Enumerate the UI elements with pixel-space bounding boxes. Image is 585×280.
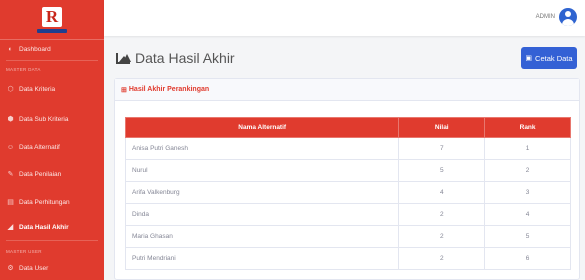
card-title: Hasil Akhir Perankingan <box>128 86 210 93</box>
cell-rank: 2 <box>484 159 571 182</box>
brand-logo[interactable]: R <box>0 0 104 40</box>
cube-icon: ⬡ <box>7 86 14 93</box>
table-row: Nurul 5 2 <box>124 159 571 182</box>
column-header-nama-alternatif: Nama Alternatif <box>124 117 400 138</box>
user-name: ADMIN <box>535 14 555 20</box>
sidebar-item-label: Data Alternatif <box>19 143 60 151</box>
page-title: Data Hasil Akhir <box>135 50 235 66</box>
sidebar-item-label: Data Kriteria <box>19 85 56 93</box>
edit-icon: ✎ <box>7 171 14 178</box>
sidebar-item-label: Dashboard <box>19 45 51 53</box>
sidebar-item-label: Data Penilaian <box>19 170 62 178</box>
cell-nama: Putri Mendriani <box>124 247 400 270</box>
topbar: ADMIN <box>104 0 585 36</box>
cell-nama: Dinda <box>124 203 400 226</box>
cell-nilai: 5 <box>398 159 486 182</box>
logo-banner <box>37 28 67 33</box>
user-avatar-icon[interactable] <box>559 8 577 26</box>
logo-icon: R <box>42 6 62 27</box>
print-data-button[interactable]: ▣ Cetak Data <box>521 47 577 69</box>
cell-nama: Anisa Putri Ganesh <box>124 137 400 160</box>
cell-nama: Maria Ghasan <box>124 225 400 248</box>
sidebar-item-label: Data Perhitungan <box>19 198 70 206</box>
table-icon: ⊞ <box>121 86 127 94</box>
table-row: Maria Ghasan 2 5 <box>124 225 571 248</box>
sidebar-item-dashboard[interactable]: ◐ Dashboard <box>0 40 104 58</box>
cell-nilai: 2 <box>398 247 486 270</box>
calculator-icon: ▤ <box>7 199 14 206</box>
sidebar-item-data-kriteria[interactable]: ⬡ Data Kriteria <box>0 80 104 98</box>
column-header-nilai: Nilai <box>398 117 486 138</box>
table-row: Arifa Valkenburg 4 3 <box>124 181 571 204</box>
cell-nilai: 2 <box>398 225 486 248</box>
ranking-table: Nama Alternatif Nilai Rank Anisa Putri G… <box>124 117 571 270</box>
print-data-label: Cetak Data <box>535 53 573 63</box>
users-icon: ☺ <box>6 143 15 151</box>
sidebar-divider <box>6 60 98 61</box>
chart-area-icon: ◢ <box>7 224 14 231</box>
results-card: ⊞ Hasil Akhir Perankingan Nama Alternati… <box>114 78 580 280</box>
sidebar-heading-master-user: MASTER USER <box>6 249 42 254</box>
sidebar-item-label: Data User <box>19 264 49 272</box>
user-menu[interactable]: ADMIN <box>536 8 577 26</box>
sidebar-divider <box>6 240 98 241</box>
sidebar-item-data-alternatif[interactable]: ☺ Data Alternatif <box>0 138 104 156</box>
chart-area-icon <box>116 52 131 64</box>
printer-icon: ▣ <box>525 55 533 62</box>
cell-nilai: 7 <box>398 137 486 160</box>
sidebar-item-data-penilaian[interactable]: ✎ Data Penilaian <box>0 165 104 183</box>
user-cog-icon: ⚙ <box>7 265 14 272</box>
cell-rank: 3 <box>484 181 571 204</box>
sidebar-heading-master-data: MASTER DATA <box>6 67 41 72</box>
cell-rank: 4 <box>484 203 571 226</box>
gauge-icon: ◐ <box>8 45 13 53</box>
cell-nama: Arifa Valkenburg <box>124 181 400 204</box>
sidebar-item-data-user[interactable]: ⚙ Data User <box>0 259 104 277</box>
table-row: Putri Mendriani 2 6 <box>124 247 571 270</box>
sidebar-item-data-sub-kriteria[interactable]: ⬢ Data Sub Kriteria <box>0 110 104 128</box>
cell-rank: 6 <box>484 247 571 270</box>
sidebar-item-data-perhitungan[interactable]: ▤ Data Perhitungan <box>0 193 104 211</box>
column-header-rank: Rank <box>484 117 571 138</box>
cell-rank: 5 <box>484 225 571 248</box>
card-header: ⊞ Hasil Akhir Perankingan <box>115 79 579 101</box>
sidebar-item-label: Data Hasil Akhir <box>19 223 69 231</box>
cell-rank: 1 <box>484 137 571 160</box>
table-row: Dinda 2 4 <box>124 203 571 226</box>
table-row: Anisa Putri Ganesh 7 1 <box>124 137 571 160</box>
cubes-icon: ⬢ <box>7 116 14 123</box>
sidebar-item-data-hasil-akhir[interactable]: ◢ Data Hasil Akhir <box>0 218 104 236</box>
sidebar: R ◐ Dashboard MASTER DATA ⬡ Data Kriteri… <box>0 0 104 280</box>
cell-nama: Nurul <box>124 159 400 182</box>
cell-nilai: 2 <box>398 203 486 226</box>
page-header: Data Hasil Akhir <box>116 50 235 66</box>
cell-nilai: 4 <box>398 181 486 204</box>
sidebar-item-label: Data Sub Kriteria <box>19 115 69 123</box>
table-header-row: Nama Alternatif Nilai Rank <box>124 117 571 138</box>
